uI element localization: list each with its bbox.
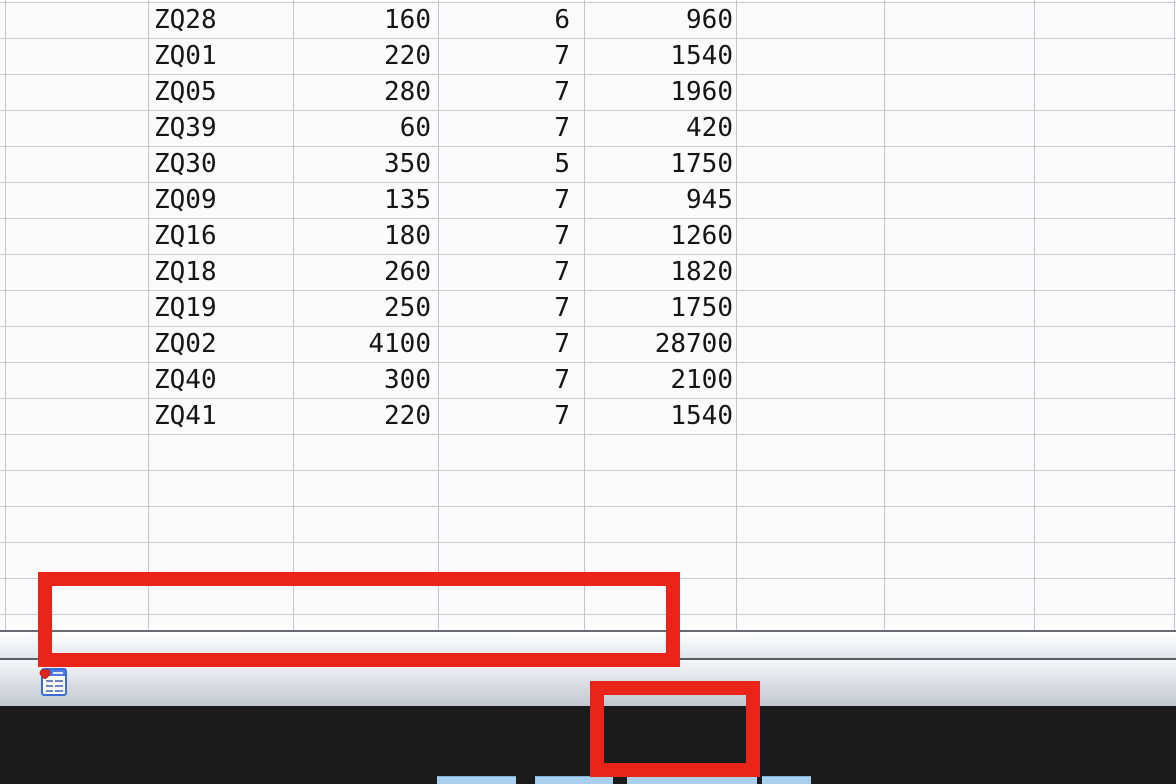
cell-unit[interactable]: 7	[439, 110, 570, 146]
cell-code[interactable]: ZQ02	[154, 326, 217, 362]
cell-total[interactable]: 960	[585, 2, 733, 38]
cell-code[interactable]: ZQ30	[154, 146, 217, 182]
cell-unit[interactable]: 7	[439, 398, 570, 434]
cell-qty[interactable]: 300	[294, 362, 431, 398]
cell-code[interactable]: ZQ01	[154, 38, 217, 74]
sheet-row: ZQ28 160 6 960	[0, 2, 1176, 38]
cell-code[interactable]: ZQ39	[154, 110, 217, 146]
sheet-row: ZQ16 180 7 1260	[0, 218, 1176, 254]
cell-total[interactable]: 1750	[585, 290, 733, 326]
cell-qty[interactable]: 4100	[294, 326, 431, 362]
sheet-row: ZQ18 260 7 1820	[0, 254, 1176, 290]
cell-qty[interactable]: 280	[294, 74, 431, 110]
cell-unit[interactable]: 7	[439, 218, 570, 254]
grid-hline	[0, 434, 1176, 435]
window-strip	[535, 776, 613, 784]
cell-unit[interactable]: 7	[439, 326, 570, 362]
sheet-row: ZQ09 135 7 945	[0, 182, 1176, 218]
cell-unit[interactable]: 7	[439, 254, 570, 290]
cell-code[interactable]: ZQ28	[154, 2, 217, 38]
cell-code[interactable]: ZQ09	[154, 182, 217, 218]
cell-total[interactable]: 1750	[585, 146, 733, 182]
window-strip	[627, 776, 757, 784]
grid-hline	[0, 542, 1176, 543]
cell-unit[interactable]: 7	[439, 38, 570, 74]
sheet-row: ZQ30 350 5 1750	[0, 146, 1176, 182]
cell-unit[interactable]: 7	[439, 74, 570, 110]
cell-total[interactable]: 1820	[585, 254, 733, 290]
sheet-row: ZQ40 300 7 2100	[0, 362, 1176, 398]
cell-unit[interactable]: 5	[439, 146, 570, 182]
cell-total[interactable]: 1540	[585, 398, 733, 434]
cell-code[interactable]: ZQ18	[154, 254, 217, 290]
cell-total[interactable]: 945	[585, 182, 733, 218]
grid-hline	[0, 506, 1176, 507]
spreadsheet-grid[interactable]: ZQ28 160 6 960 ZQ01 220 7 1540 ZQ05 280 7 1960 ZQ39 6…	[0, 0, 1176, 630]
sheet-row: ZQ19 250 7 1750	[0, 290, 1176, 326]
sheet-row: ZQ39 60 7 420	[0, 110, 1176, 146]
sheet-row: ZQ02 4100 7 28700	[0, 326, 1176, 362]
cell-qty[interactable]: 250	[294, 290, 431, 326]
cell-unit[interactable]: 7	[439, 362, 570, 398]
window-strip	[762, 776, 811, 784]
annotation-rectangle-sheet	[38, 572, 680, 667]
cell-code[interactable]: ZQ19	[154, 290, 217, 326]
cell-unit[interactable]: 7	[439, 290, 570, 326]
cell-qty[interactable]: 350	[294, 146, 431, 182]
screen: ZQ28 160 6 960 ZQ01 220 7 1540 ZQ05 280 7 1960 ZQ39 6…	[0, 0, 1176, 784]
cell-total[interactable]: 2100	[585, 362, 733, 398]
window-strip	[437, 776, 516, 784]
taskbar: 有道 G e MAC	[0, 706, 1176, 784]
cell-total[interactable]: 1540	[585, 38, 733, 74]
cell-total[interactable]: 28700	[585, 326, 733, 362]
cell-total[interactable]: 1960	[585, 74, 733, 110]
cell-code[interactable]: ZQ40	[154, 362, 217, 398]
cell-unit[interactable]: 7	[439, 182, 570, 218]
cell-qty[interactable]: 260	[294, 254, 431, 290]
cell-qty[interactable]: 160	[294, 2, 431, 38]
cell-qty[interactable]: 180	[294, 218, 431, 254]
cell-code[interactable]: ZQ05	[154, 74, 217, 110]
annotation-rectangle-excel	[590, 681, 760, 777]
cell-unit[interactable]: 6	[439, 2, 570, 38]
cell-total[interactable]: 1260	[585, 218, 733, 254]
spreadsheet-shortcut-icon[interactable]	[38, 666, 68, 698]
sheet-row: ZQ41 220 7 1540	[0, 398, 1176, 434]
cell-qty[interactable]: 220	[294, 38, 431, 74]
cell-qty[interactable]: 135	[294, 182, 431, 218]
cell-total[interactable]: 420	[585, 110, 733, 146]
cell-code[interactable]: ZQ16	[154, 218, 217, 254]
sheet-row: ZQ05 280 7 1960	[0, 74, 1176, 110]
sheet-row: ZQ01 220 7 1540	[0, 38, 1176, 74]
cell-qty[interactable]: 220	[294, 398, 431, 434]
cell-code[interactable]: ZQ41	[154, 398, 217, 434]
cell-qty[interactable]: 60	[294, 110, 431, 146]
grid-hline	[0, 470, 1176, 471]
